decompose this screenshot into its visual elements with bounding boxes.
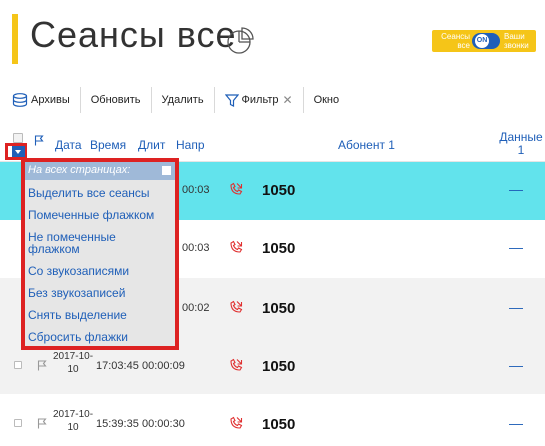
row-subscriber: 1050 [262, 416, 296, 433]
toggle-state: ON [475, 34, 489, 48]
row-subscriber: 1050 [262, 240, 296, 257]
row-checkbox[interactable] [14, 419, 22, 427]
delete-button[interactable]: Удалить [152, 87, 215, 113]
row-date: 2017-10- 10 [53, 409, 94, 433]
phone-outgoing-icon [230, 240, 243, 253]
filter-icon [224, 93, 239, 107]
col-duration[interactable]: Длит [138, 138, 165, 152]
phone-outgoing-icon [230, 416, 243, 429]
row-checkbox[interactable] [14, 361, 22, 369]
flag-icon[interactable] [37, 418, 47, 429]
filter-button[interactable]: Фильтр ✕ [215, 87, 304, 113]
phone-outgoing-icon [230, 300, 243, 313]
row-data1: — [509, 357, 523, 373]
select-options-dropdown-button[interactable] [12, 146, 25, 157]
all-pages-checkbox[interactable] [162, 166, 171, 175]
table-header: Дата Время Длит Напр Абонент 1 Данные 1 [0, 128, 545, 162]
phone-outgoing-icon [230, 182, 243, 195]
menu-not-flagged[interactable]: Не помеченные флажком [28, 231, 116, 255]
refresh-button[interactable]: Обновить [81, 87, 152, 113]
row-data1: — [509, 299, 523, 315]
col-time[interactable]: Время [90, 138, 126, 152]
toggle-right-label: Ваши звонки [504, 32, 529, 50]
archive-label: Архивы [31, 94, 70, 106]
toggle-switch[interactable]: ON [472, 33, 500, 49]
toggle-left-label: Сеансы все [441, 32, 470, 50]
table-row[interactable]: 2017-10- 10 15:39:35 00:00:30 1050 — [0, 394, 545, 446]
select-all-checkbox[interactable] [13, 133, 23, 143]
col-data1[interactable]: Данные 1 [497, 131, 545, 157]
page-header: Сеансы все Сеансы все ON Ваши звонки [0, 0, 545, 80]
row-data1: — [509, 415, 523, 431]
row-data1: — [509, 239, 523, 255]
row-duration: 00:00:30 [142, 418, 185, 430]
clear-filter-icon[interactable]: ✕ [283, 93, 293, 107]
flag-icon[interactable] [34, 135, 44, 146]
sessions-scope-toggle[interactable]: Сеансы все ON Ваши звонки [432, 30, 536, 52]
col-direction[interactable]: Напр [176, 138, 205, 152]
pie-chart-icon[interactable] [226, 26, 256, 56]
row-duration: 00:03 [182, 242, 210, 254]
row-data1: — [509, 181, 523, 197]
page-title: Сеансы все [30, 14, 237, 55]
menu-without-recordings[interactable]: Без звукозаписей [28, 287, 125, 299]
filter-label: Фильтр [241, 94, 279, 106]
col-date[interactable]: Дата [55, 138, 82, 152]
toolbar: Архивы Обновить Удалить Фильтр ✕ Окно [12, 87, 349, 113]
row-duration: 00:03 [182, 184, 210, 196]
menu-flagged[interactable]: Помеченные флажком [28, 209, 154, 221]
row-date: 2017-10- 10 [53, 351, 94, 375]
menu-reset-flags[interactable]: Сбросить флажки [28, 331, 128, 343]
dropdown-header: На всех страницах: [25, 162, 175, 180]
menu-with-recordings[interactable]: Со звукозаписями [28, 265, 129, 277]
row-subscriber: 1050 [262, 182, 296, 199]
row-time: 17:03:45 [96, 360, 139, 372]
col-subscriber[interactable]: Абонент 1 [338, 138, 395, 152]
menu-select-all-sessions[interactable]: Выделить все сеансы [28, 187, 150, 199]
window-button[interactable]: Окно [304, 87, 350, 113]
database-icon [12, 93, 28, 107]
flag-icon[interactable] [37, 360, 47, 371]
title-accent-bar [12, 14, 18, 64]
row-subscriber: 1050 [262, 300, 296, 317]
row-subscriber: 1050 [262, 358, 296, 375]
dropdown-header-label: На всех страницах: [28, 164, 131, 176]
row-duration: 00:00:09 [142, 360, 185, 372]
row-duration: 00:02 [182, 302, 210, 314]
phone-outgoing-icon [230, 358, 243, 371]
selection-dropdown-menu: На всех страницах: Выделить все сеансы П… [21, 158, 179, 350]
menu-clear-selection[interactable]: Снять выделение [28, 309, 127, 321]
row-time: 15:39:35 [96, 418, 139, 430]
archive-button[interactable]: Архивы [12, 87, 81, 113]
